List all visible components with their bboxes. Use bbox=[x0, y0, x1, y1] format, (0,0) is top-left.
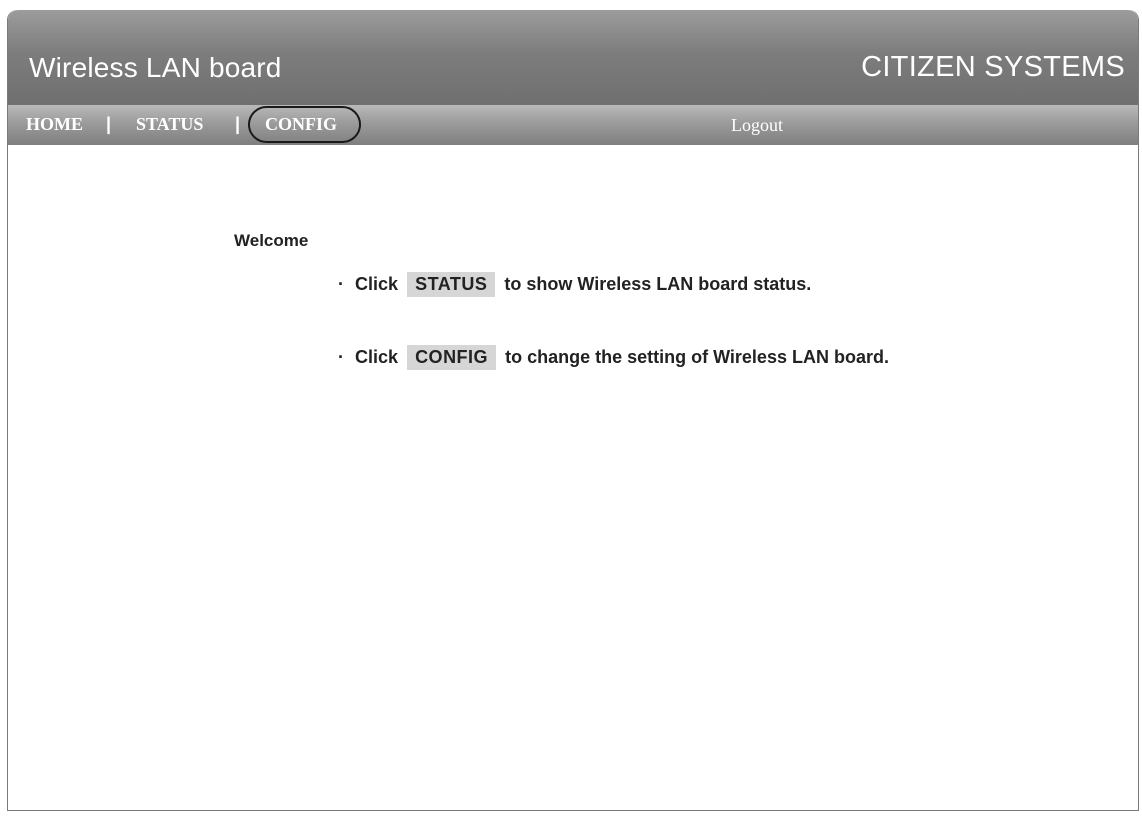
instruction-suffix: to change the setting of Wireless LAN bo… bbox=[505, 347, 889, 367]
instruction-prefix: Click bbox=[355, 274, 399, 294]
app-title: Wireless LAN board bbox=[29, 52, 282, 83]
nav-separator: | bbox=[235, 114, 241, 134]
browser-page-frame: Wireless LAN board CITIZEN SYSTEMS HOME … bbox=[7, 10, 1139, 811]
welcome-heading: Welcome bbox=[234, 231, 309, 250]
nav-separator: | bbox=[106, 114, 112, 134]
instruction-prefix: Click bbox=[355, 347, 399, 367]
nav-bar: HOME | STATUS | CONFIG Logout bbox=[8, 105, 1138, 145]
instruction-suffix: to show Wireless LAN board status. bbox=[504, 274, 812, 294]
status-instruction: · Click STATUS to show Wireless LAN boar… bbox=[338, 272, 811, 297]
bullet: · bbox=[338, 347, 344, 367]
status-keyword-chip: STATUS bbox=[407, 272, 496, 297]
title-bar: Wireless LAN board CITIZEN SYSTEMS bbox=[8, 10, 1138, 105]
nav-status-link[interactable]: STATUS bbox=[136, 114, 203, 135]
nav-home-link[interactable]: HOME bbox=[26, 114, 83, 135]
bullet: · bbox=[338, 274, 344, 294]
config-keyword-chip: CONFIG bbox=[407, 345, 497, 370]
config-instruction: · Click CONFIG to change the setting of … bbox=[338, 345, 889, 370]
logout-link[interactable]: Logout bbox=[731, 115, 783, 136]
brand-name: CITIZEN SYSTEMS bbox=[861, 51, 1125, 83]
nav-config-link[interactable]: CONFIG bbox=[265, 114, 337, 135]
